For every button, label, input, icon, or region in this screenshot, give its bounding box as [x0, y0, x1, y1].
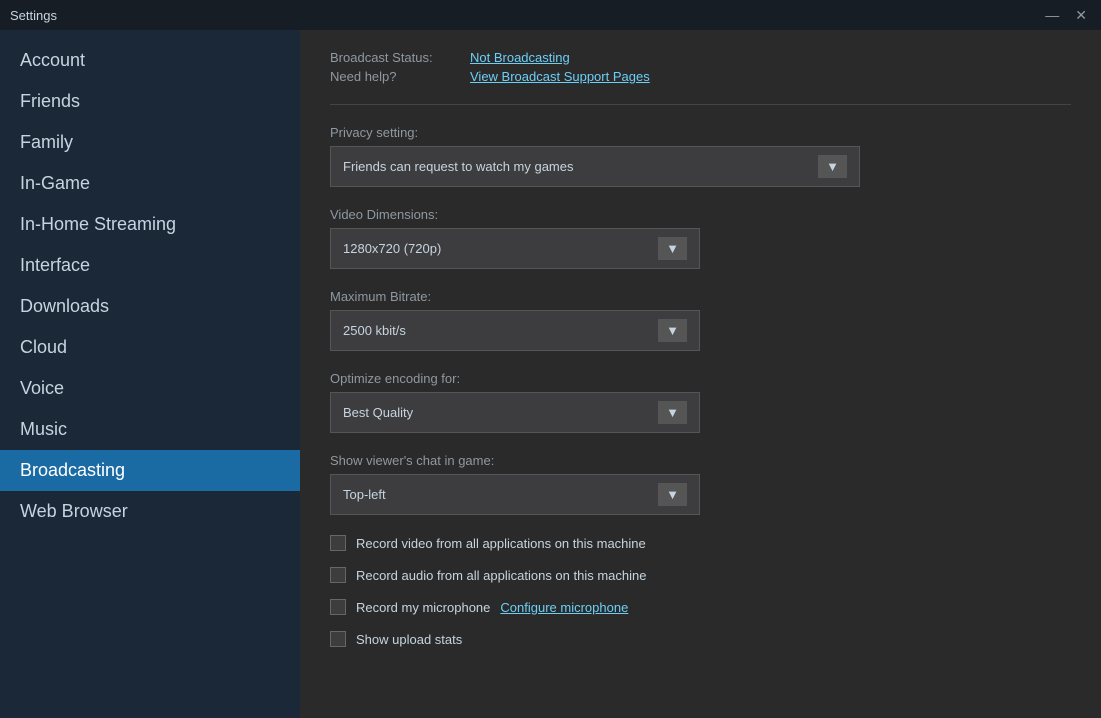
sidebar-item-interface[interactable]: Interface	[0, 245, 300, 286]
sidebar-item-family[interactable]: Family	[0, 122, 300, 163]
checkbox-row-record-audio: Record audio from all applications on th…	[330, 567, 1071, 583]
checkbox-label-record-video: Record video from all applications on th…	[356, 536, 646, 551]
title-bar-controls: — ✕	[1041, 5, 1091, 26]
broadcast-status-row: Broadcast Status: Not Broadcasting	[330, 50, 1071, 65]
checkbox-record-audio[interactable]	[330, 567, 346, 583]
sidebar-item-broadcasting[interactable]: Broadcasting	[0, 450, 300, 491]
video-dimensions-value: 1280x720 (720p)	[343, 241, 441, 256]
optimize-encoding-section: Optimize encoding for: Best Quality ▼	[330, 371, 1071, 433]
video-dimensions-label: Video Dimensions:	[330, 207, 1071, 222]
privacy-setting-dropdown[interactable]: Friends can request to watch my games ▼	[330, 146, 860, 187]
configure-microphone-link[interactable]: Configure microphone	[500, 600, 628, 615]
checkbox-record-microphone[interactable]	[330, 599, 346, 615]
checkbox-label-record-microphone: Record my microphone	[356, 600, 490, 615]
broadcast-status-section: Broadcast Status: Not Broadcasting Need …	[330, 50, 1071, 105]
sidebar-item-voice[interactable]: Voice	[0, 368, 300, 409]
viewers-chat-arrow: ▼	[658, 483, 687, 506]
view-broadcast-support-link[interactable]: View Broadcast Support Pages	[470, 69, 650, 84]
max-bitrate-arrow: ▼	[658, 319, 687, 342]
settings-window: Settings — ✕ AccountFriendsFamilyIn-Game…	[0, 0, 1101, 718]
checkbox-label-show-upload-stats: Show upload stats	[356, 632, 462, 647]
checkbox-row-show-upload-stats: Show upload stats	[330, 631, 1071, 647]
privacy-setting-label: Privacy setting:	[330, 125, 1071, 140]
checkbox-label-record-audio: Record audio from all applications on th…	[356, 568, 647, 583]
checkbox-record-video[interactable]	[330, 535, 346, 551]
sidebar: AccountFriendsFamilyIn-GameIn-Home Strea…	[0, 30, 300, 718]
title-bar: Settings — ✕	[0, 0, 1101, 30]
checkbox-row-record-microphone: Record my microphone Configure microphone	[330, 599, 1071, 615]
need-help-label: Need help?	[330, 69, 460, 84]
optimize-encoding-dropdown[interactable]: Best Quality ▼	[330, 392, 700, 433]
sidebar-item-in-game[interactable]: In-Game	[0, 163, 300, 204]
sidebar-item-downloads[interactable]: Downloads	[0, 286, 300, 327]
optimize-encoding-value: Best Quality	[343, 405, 413, 420]
not-broadcasting-link[interactable]: Not Broadcasting	[470, 50, 570, 65]
minimize-button[interactable]: —	[1041, 5, 1063, 26]
optimize-encoding-arrow: ▼	[658, 401, 687, 424]
sidebar-item-in-home-streaming[interactable]: In-Home Streaming	[0, 204, 300, 245]
privacy-setting-section: Privacy setting: Friends can request to …	[330, 125, 1071, 187]
privacy-setting-value: Friends can request to watch my games	[343, 159, 574, 174]
video-dimensions-dropdown[interactable]: 1280x720 (720p) ▼	[330, 228, 700, 269]
viewers-chat-dropdown[interactable]: Top-left ▼	[330, 474, 700, 515]
sidebar-item-music[interactable]: Music	[0, 409, 300, 450]
broadcast-status-label: Broadcast Status:	[330, 50, 460, 65]
content-area: AccountFriendsFamilyIn-GameIn-Home Strea…	[0, 30, 1101, 718]
window-title: Settings	[10, 8, 57, 23]
sidebar-item-account[interactable]: Account	[0, 40, 300, 81]
main-panel: Broadcast Status: Not Broadcasting Need …	[300, 30, 1101, 718]
video-dimensions-section: Video Dimensions: 1280x720 (720p) ▼	[330, 207, 1071, 269]
viewers-chat-label: Show viewer's chat in game:	[330, 453, 1071, 468]
sidebar-item-friends[interactable]: Friends	[0, 81, 300, 122]
max-bitrate-label: Maximum Bitrate:	[330, 289, 1071, 304]
optimize-encoding-label: Optimize encoding for:	[330, 371, 1071, 386]
video-dimensions-arrow: ▼	[658, 237, 687, 260]
viewers-chat-value: Top-left	[343, 487, 386, 502]
max-bitrate-section: Maximum Bitrate: 2500 kbit/s ▼	[330, 289, 1071, 351]
close-button[interactable]: ✕	[1071, 5, 1091, 26]
viewers-chat-section: Show viewer's chat in game: Top-left ▼	[330, 453, 1071, 515]
checkbox-show-upload-stats[interactable]	[330, 631, 346, 647]
privacy-setting-arrow: ▼	[818, 155, 847, 178]
max-bitrate-dropdown[interactable]: 2500 kbit/s ▼	[330, 310, 700, 351]
need-help-row: Need help? View Broadcast Support Pages	[330, 69, 1071, 84]
sidebar-item-web-browser[interactable]: Web Browser	[0, 491, 300, 532]
checkboxes-section: Record video from all applications on th…	[330, 535, 1071, 647]
max-bitrate-value: 2500 kbit/s	[343, 323, 406, 338]
checkbox-row-record-video: Record video from all applications on th…	[330, 535, 1071, 551]
sidebar-item-cloud[interactable]: Cloud	[0, 327, 300, 368]
